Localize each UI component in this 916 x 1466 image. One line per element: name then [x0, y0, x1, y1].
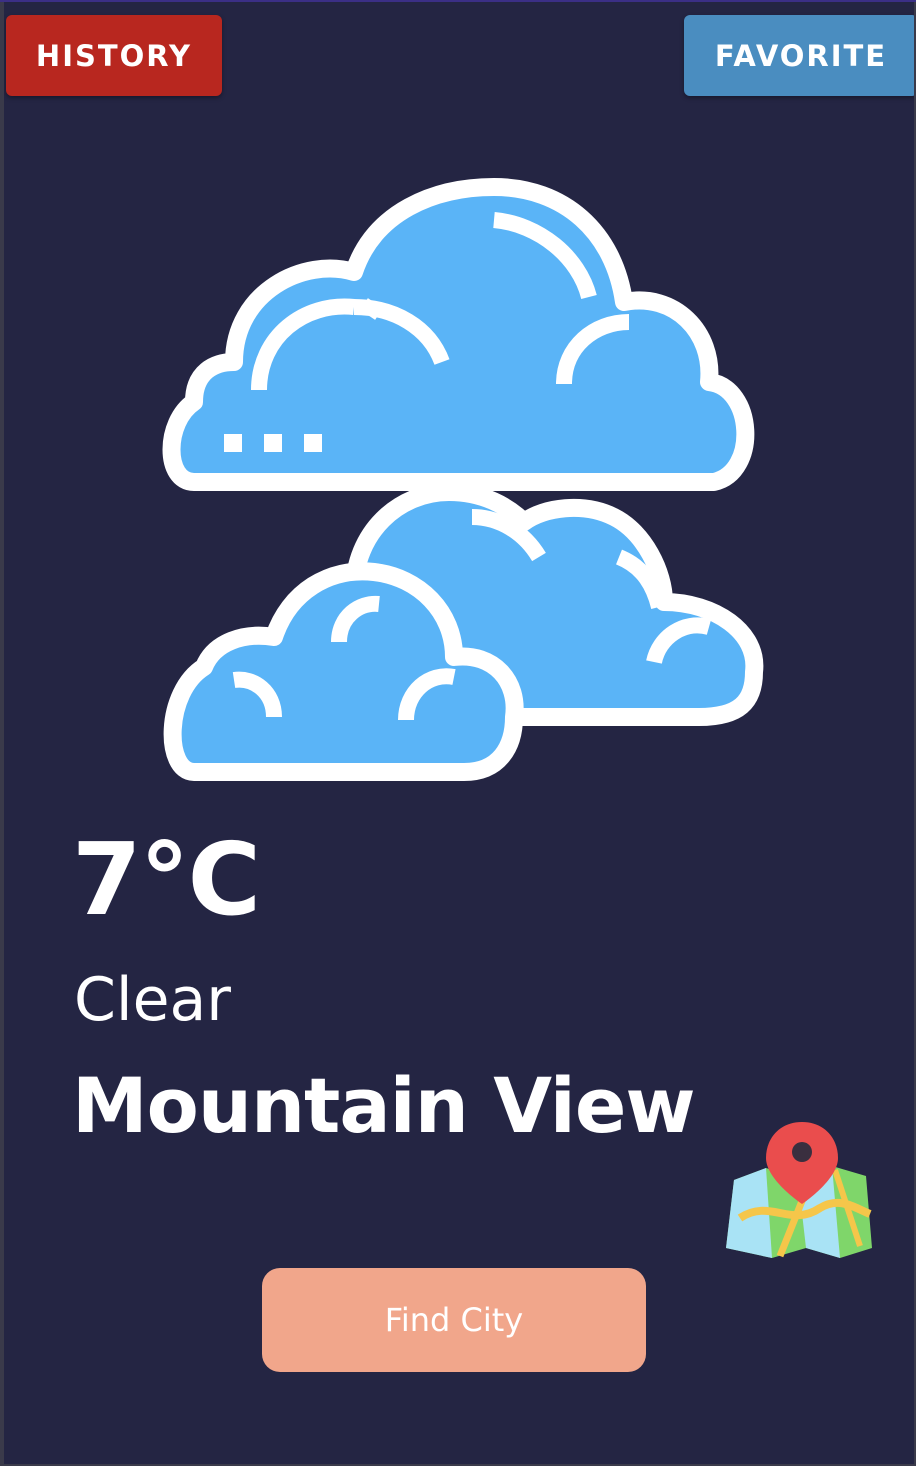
favorite-button[interactable]: FAVORITE	[684, 15, 914, 96]
history-button[interactable]: HISTORY	[6, 15, 222, 96]
upper-cloud	[162, 178, 755, 491]
weather-condition: Clear	[74, 965, 231, 1035]
weather-screen: HISTORY FAVORITE 7°C Clear Mountain View…	[4, 2, 914, 1464]
find-city-button[interactable]: Find City	[262, 1268, 646, 1372]
city-name: Mountain View	[72, 1061, 696, 1150]
map-pin-icon[interactable]	[720, 1118, 876, 1258]
cloudy-weather-icon	[162, 178, 764, 781]
temperature-value: 7°C	[72, 821, 261, 938]
